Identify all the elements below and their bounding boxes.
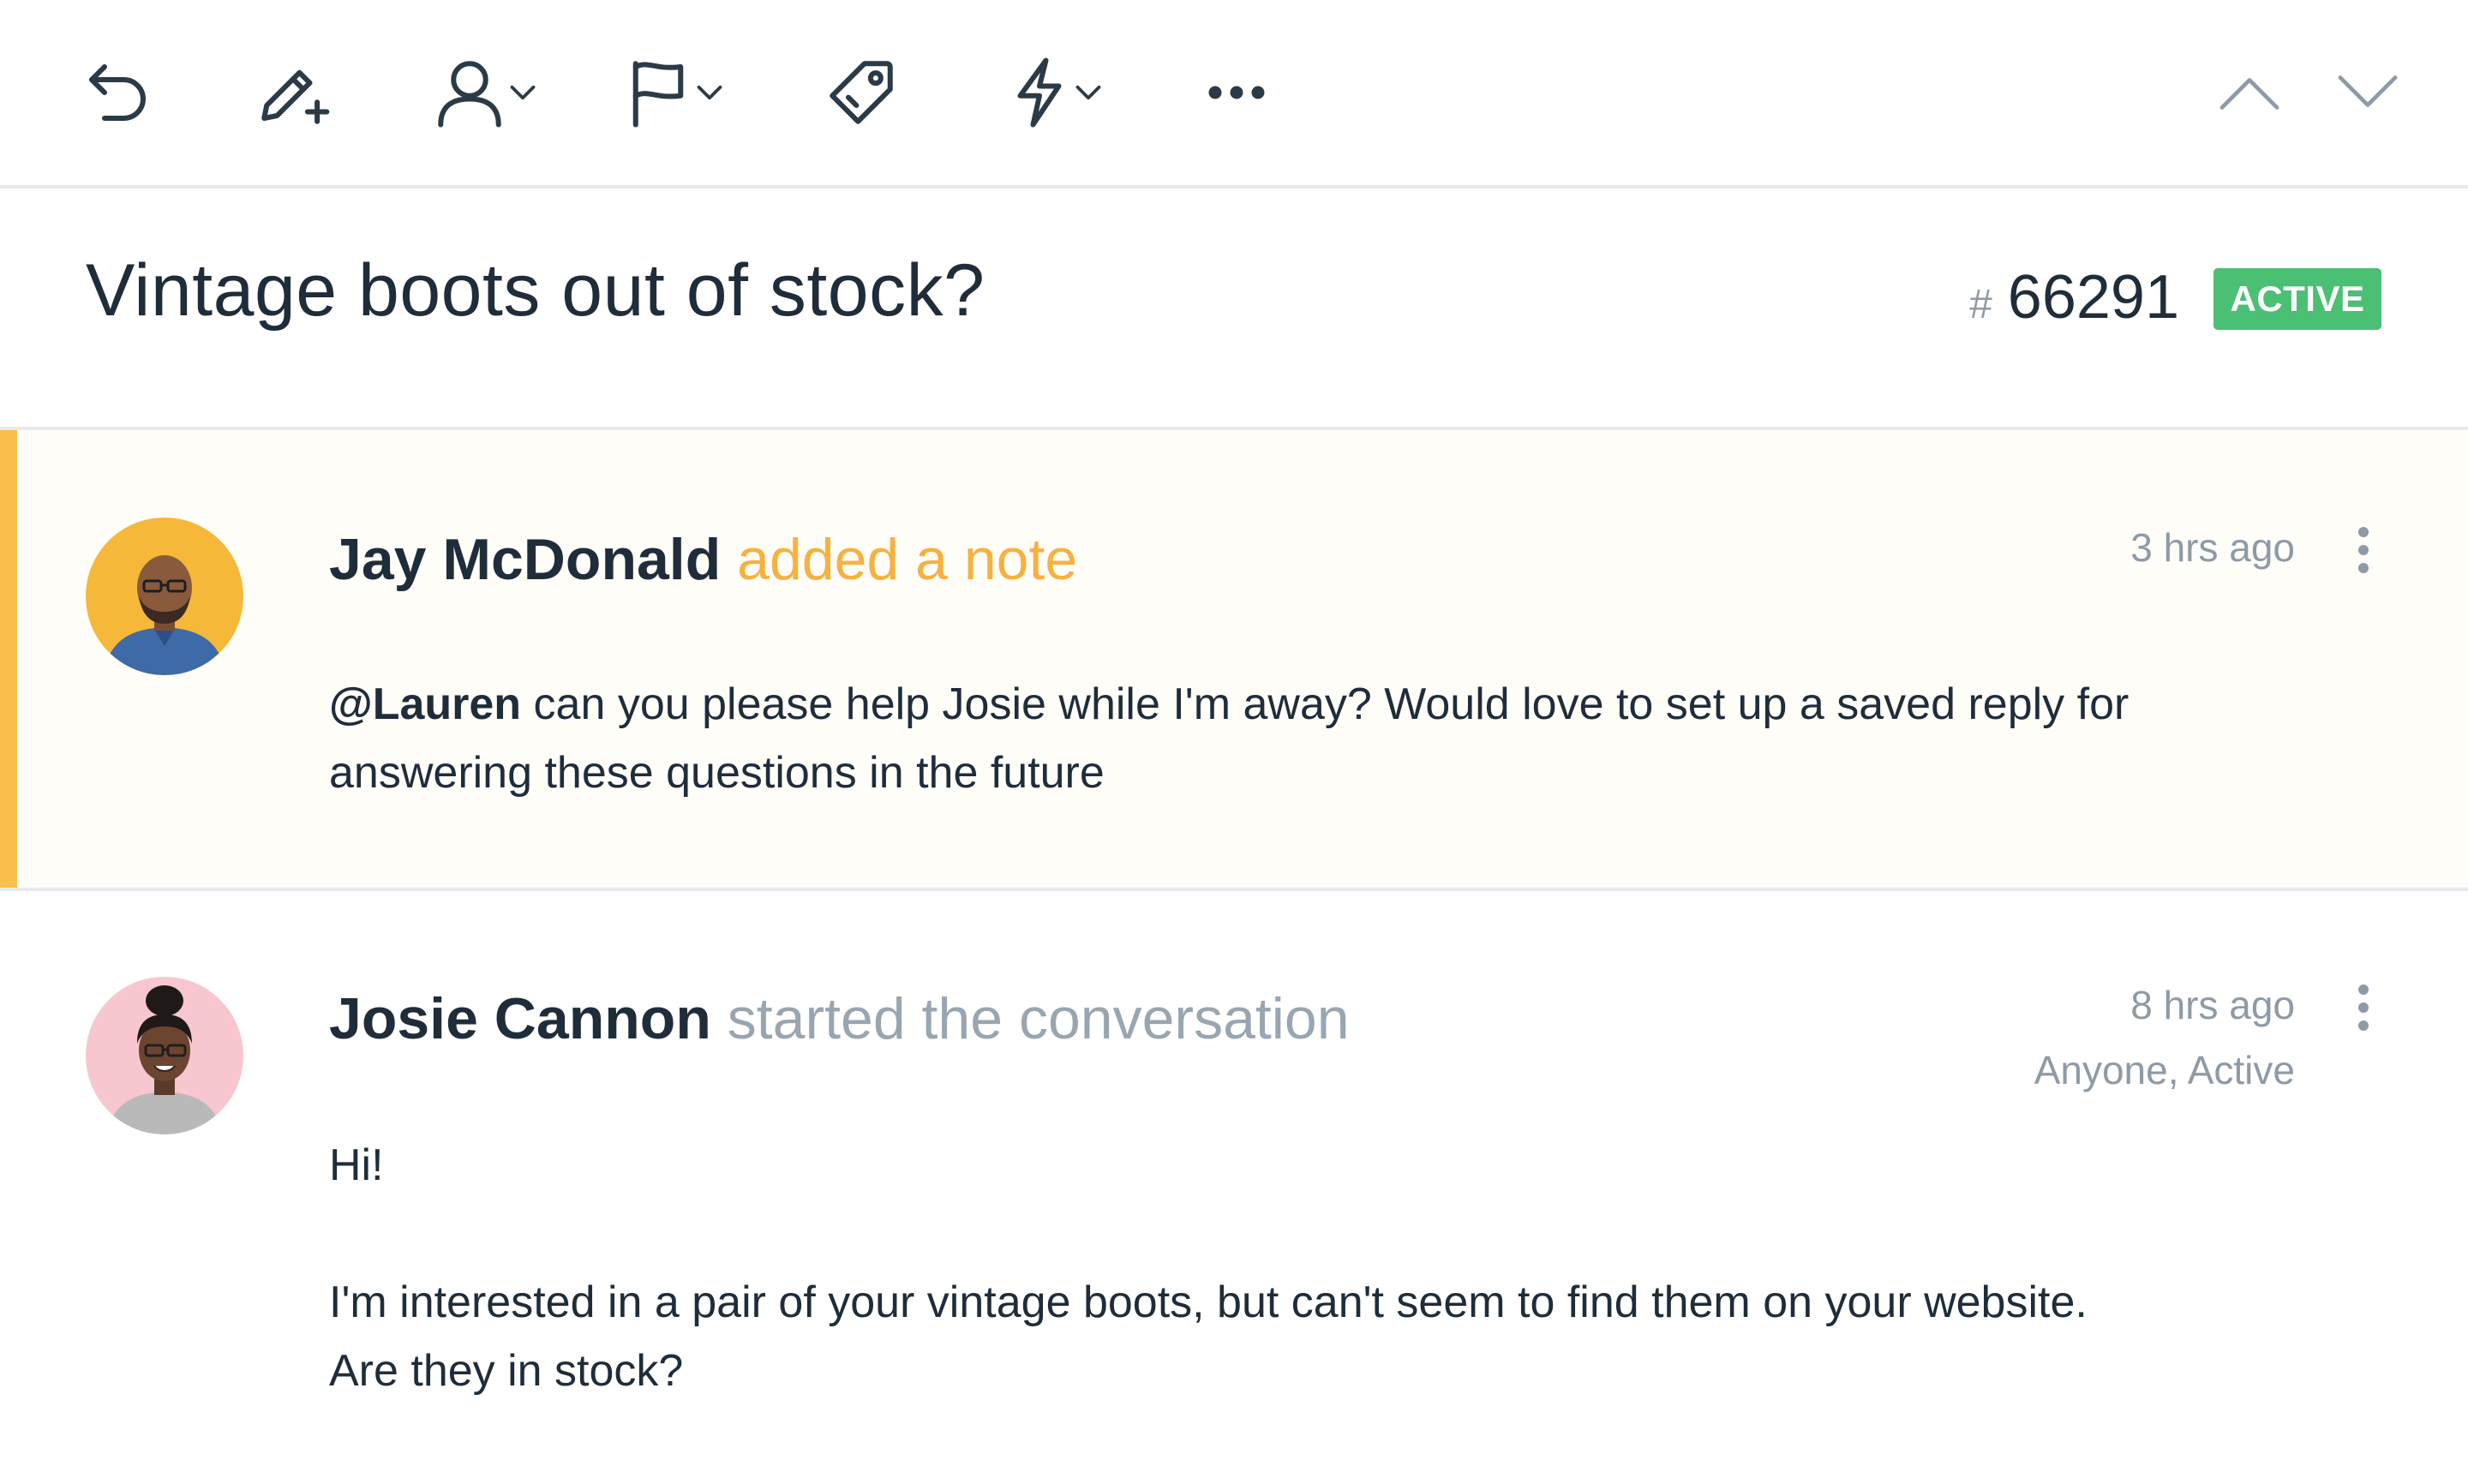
kebab-dot (2358, 1020, 2369, 1031)
more-actions-button[interactable] (1207, 50, 1267, 135)
chevron-down-icon (1075, 85, 1101, 100)
thread-timestamp: 3 hrs ago (2130, 525, 2295, 570)
thread-options-button[interactable] (2345, 973, 2382, 1042)
note-message: can you please help Josie while I'm away… (329, 679, 2130, 798)
kebab-dot (2358, 1002, 2369, 1013)
note-text: @Lauren can you please help Josie while … (329, 670, 2300, 807)
conversation-id: 66291 (2007, 263, 2179, 332)
tag-button[interactable] (823, 50, 900, 135)
message-body: Hi! I'm interested in a pair of your vin… (329, 1131, 2300, 1405)
chevron-down-icon (697, 85, 722, 100)
conversation-subject: Vintage boots out of stock? (86, 249, 985, 332)
pencil-plus-icon (261, 69, 330, 124)
thread-action: added a note (737, 527, 1078, 592)
undo-arrow-icon (89, 64, 146, 121)
conversation-number: # 66291 (1969, 262, 2179, 332)
thread-action: started the conversation (727, 986, 1350, 1051)
avatar-jay-mcdonald (86, 518, 243, 675)
kebab-dot (2358, 563, 2369, 573)
status-dropdown[interactable] (626, 50, 723, 135)
tag-icon (830, 61, 893, 124)
message-greeting: Hi! (329, 1140, 384, 1190)
chevron-up-icon (2219, 78, 2279, 110)
message-line: I'm interested in a pair of your vintage… (329, 1278, 2088, 1327)
note-body: @Lauren can you please help Josie while … (329, 670, 2300, 807)
flag-icon (632, 61, 684, 128)
kebab-dot (2358, 545, 2369, 555)
lightning-icon (1017, 57, 1062, 128)
author-name[interactable]: Josie Cannon (329, 986, 711, 1051)
mention-link[interactable]: @Lauren (329, 679, 521, 729)
thread-options-button[interactable] (2345, 516, 2382, 584)
conversation-header: Vintage boots out of stock? # 66291 ACTI… (0, 188, 2468, 430)
next-conversation-button[interactable] (2338, 50, 2398, 135)
customer-thread: Josie Cannon started the conversation 8 … (0, 891, 2468, 1484)
kebab-dot (2358, 527, 2369, 537)
assign-dropdown[interactable] (434, 50, 536, 135)
hash-symbol: # (1969, 282, 1992, 327)
message-line: Are they in stock? (329, 1346, 684, 1396)
note-accent-bar (0, 430, 17, 888)
thread-timestamp: 8 hrs ago (2130, 983, 2295, 1027)
thread-assignment-status: Anyone, Active (2034, 1048, 2295, 1092)
ellipsis-icon (1208, 86, 1265, 99)
avatar-josie-cannon (86, 977, 243, 1134)
note-header: Jay McDonald added a note (329, 526, 1077, 593)
kebab-dot (2358, 984, 2369, 995)
author-name[interactable]: Jay McDonald (329, 527, 721, 592)
previous-conversation-button[interactable] (2219, 50, 2279, 135)
customer-thread-header: Josie Cannon started the conversation (329, 985, 1350, 1052)
note-thread: Jay McDonald added a note 3 hrs ago @Lau… (0, 430, 2468, 891)
chevron-down-icon (2338, 75, 2398, 107)
conversation-toolbar (0, 0, 2468, 188)
undo-button[interactable] (79, 50, 156, 135)
add-note-button[interactable] (250, 50, 336, 135)
user-icon (438, 61, 501, 128)
status-badge[interactable]: ACTIVE (2213, 268, 2381, 330)
chevron-down-icon (510, 85, 536, 100)
workflow-dropdown[interactable] (1009, 50, 1102, 135)
